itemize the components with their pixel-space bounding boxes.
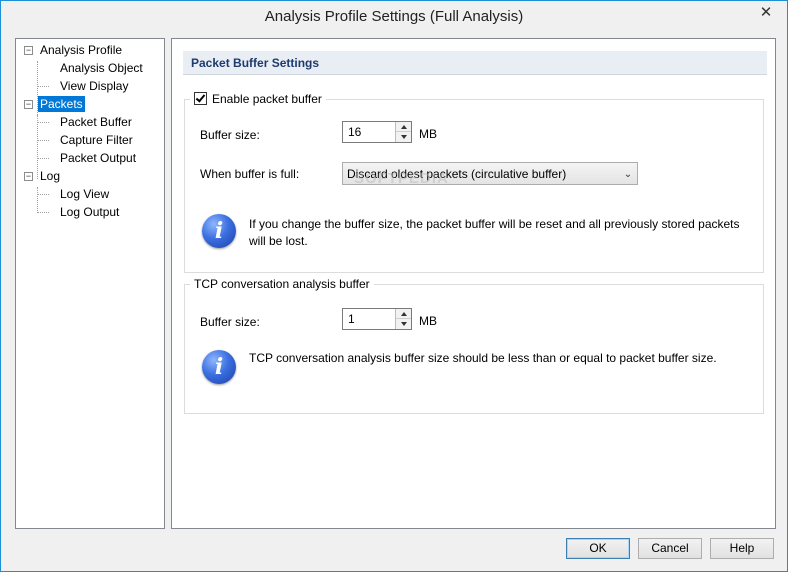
dialog-window: Analysis Profile Settings (Full Analysis… [0, 0, 788, 572]
tree-item-packets[interactable]: Packets [38, 96, 85, 112]
enable-packet-buffer-checkbox[interactable]: Enable packet buffer [190, 92, 326, 106]
buffer-size-label: Buffer size: [200, 128, 260, 142]
tree-connector [37, 158, 49, 159]
tcp-buffer-size-spinner[interactable]: 1 [342, 308, 412, 330]
tree-item-analysis-profile[interactable]: Analysis Profile [40, 42, 122, 58]
check-icon [195, 92, 206, 103]
tree-item-packet-output[interactable]: Packet Output [60, 150, 136, 166]
tree-item-packet-buffer[interactable]: Packet Buffer [60, 114, 132, 130]
collapse-icon[interactable]: − [24, 172, 33, 181]
help-button[interactable]: Help [710, 538, 774, 559]
settings-content: Packet Buffer Settings Enable packet buf… [171, 38, 776, 529]
tree-connector [37, 140, 49, 141]
tree-connector [37, 212, 49, 213]
down-arrow-icon [400, 135, 407, 139]
section-title: Packet Buffer Settings [183, 51, 767, 75]
tree-connector [37, 115, 38, 179]
spin-down-button[interactable] [396, 319, 411, 329]
tree-connector [37, 86, 49, 87]
tree-item-log-output[interactable]: Log Output [60, 204, 119, 220]
spin-up-button[interactable] [396, 309, 411, 319]
spin-down-button[interactable] [396, 132, 411, 142]
packet-buffer-info-text: If you change the buffer size, the packe… [249, 217, 740, 248]
down-arrow-icon [400, 322, 407, 326]
tcp-buffer-info-text: TCP conversation analysis buffer size sh… [249, 351, 717, 365]
watermark: SOFTPEDIA [354, 170, 449, 187]
tree-connector [37, 194, 49, 195]
buffer-size-unit: MB [419, 127, 437, 141]
enable-packet-buffer-label: Enable packet buffer [212, 92, 322, 106]
window-title: Analysis Profile Settings (Full Analysis… [264, 8, 524, 25]
chevron-down-icon: ⌄ [623, 168, 633, 180]
tree-item-analysis-object[interactable]: Analysis Object [60, 60, 143, 76]
close-button[interactable]: ✕ [749, 2, 783, 22]
checkbox-box[interactable] [194, 92, 207, 105]
info-icon: i [202, 214, 236, 248]
up-arrow-icon [400, 311, 407, 316]
tcp-buffer-size-value[interactable]: 1 [348, 312, 355, 326]
collapse-icon[interactable]: − [24, 46, 33, 55]
tree-item-log[interactable]: Log [40, 168, 60, 184]
collapse-icon[interactable]: − [24, 100, 33, 109]
tree-connector [37, 187, 38, 211]
buffer-size-value[interactable]: 16 [348, 125, 361, 139]
tcp-buffer-group [184, 284, 764, 414]
tree-connector [37, 122, 49, 123]
spin-up-button[interactable] [396, 122, 411, 132]
cancel-button[interactable]: Cancel [638, 538, 702, 559]
title-bar[interactable]: Analysis Profile Settings (Full Analysis… [1, 1, 787, 32]
tree-item-capture-filter[interactable]: Capture Filter [60, 132, 133, 148]
spinner-buttons [395, 122, 411, 142]
spinner-buttons [395, 309, 411, 329]
tcp-buffer-legend: TCP conversation analysis buffer [190, 277, 374, 291]
info-icon: i [202, 350, 236, 384]
tree-item-view-display[interactable]: View Display [60, 78, 128, 94]
close-icon: ✕ [759, 4, 773, 21]
up-arrow-icon [400, 124, 407, 129]
when-full-label: When buffer is full: [200, 167, 300, 181]
settings-tree[interactable]: − Analysis Profile Analysis Object View … [15, 38, 165, 529]
ok-button[interactable]: OK [566, 538, 630, 559]
tcp-buffer-size-label: Buffer size: [200, 315, 260, 329]
tree-item-log-view[interactable]: Log View [60, 186, 109, 202]
buffer-size-spinner[interactable]: 16 [342, 121, 412, 143]
tcp-buffer-size-unit: MB [419, 314, 437, 328]
